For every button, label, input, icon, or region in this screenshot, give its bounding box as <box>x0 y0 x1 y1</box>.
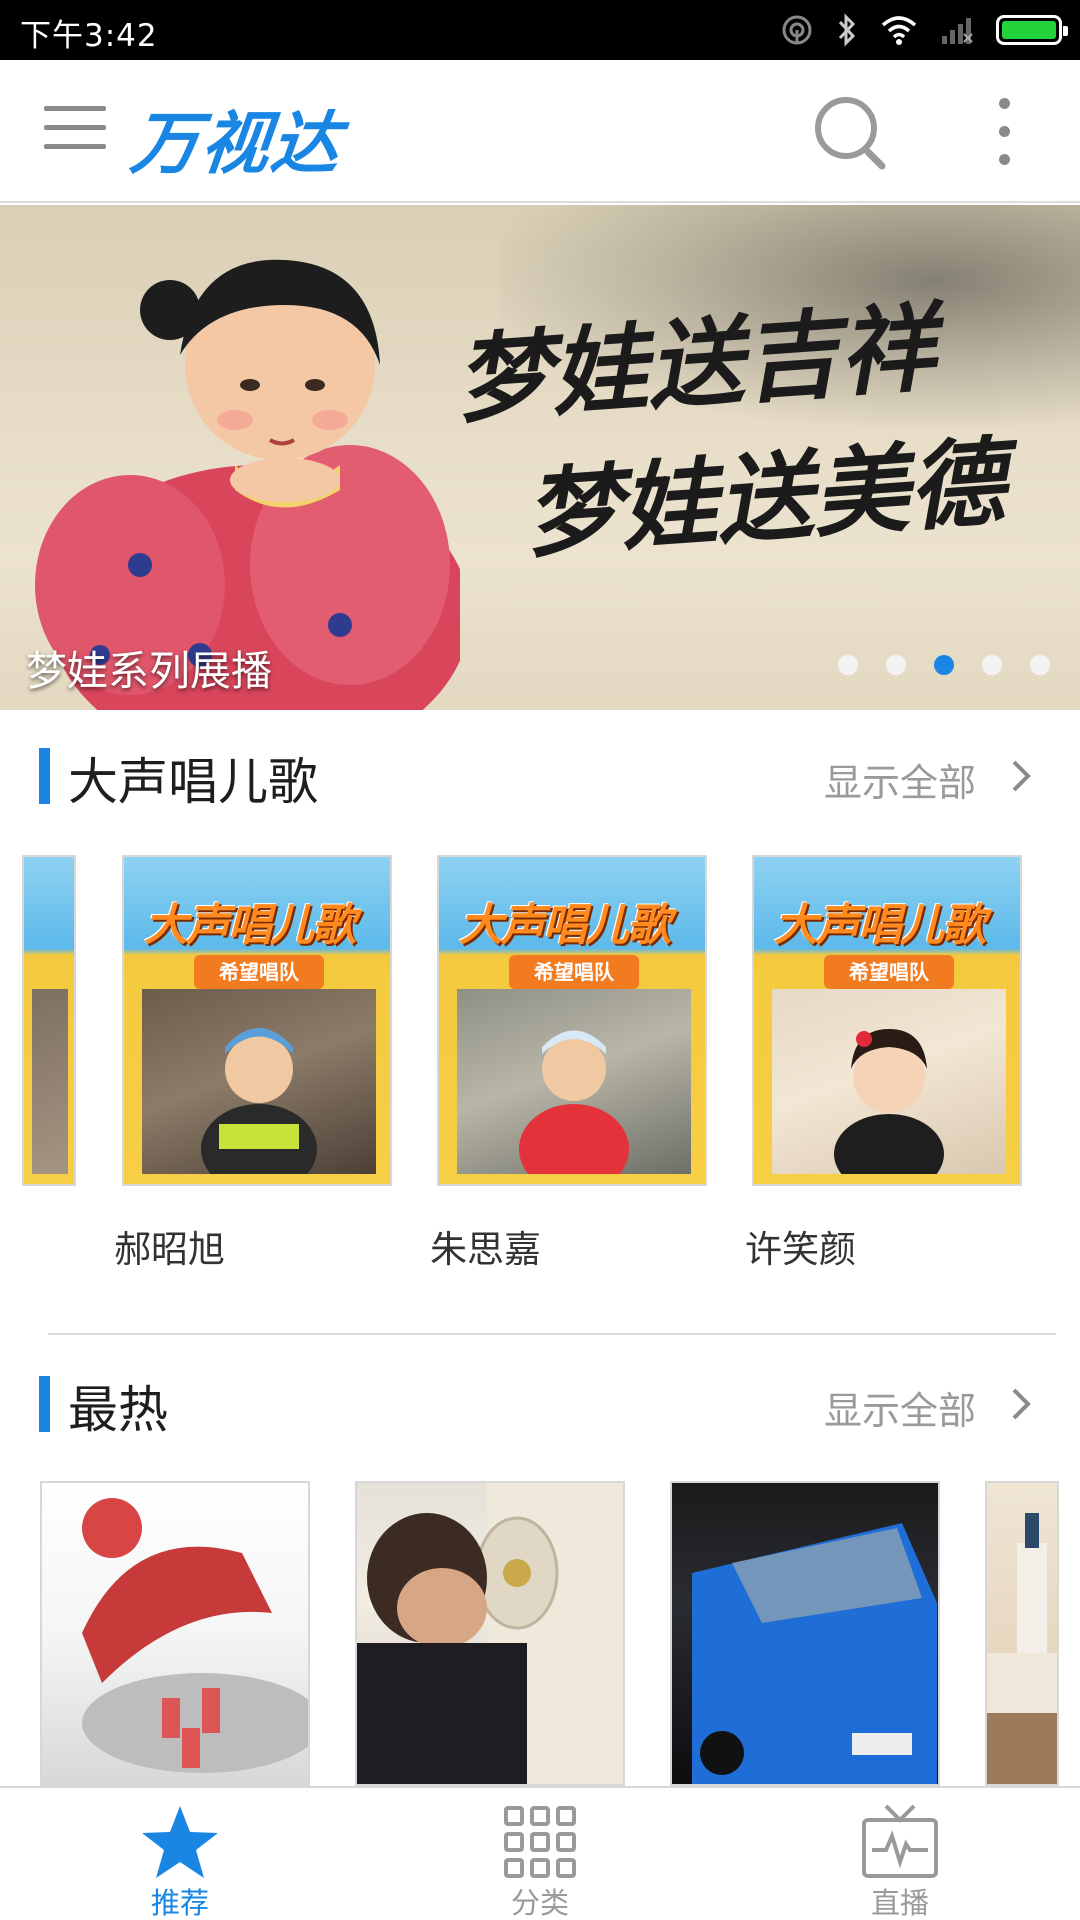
app-bar: 万视达 <box>0 60 1080 203</box>
banner-dot[interactable] <box>1030 655 1050 675</box>
hot-video-thumbnail[interactable] <box>670 1481 940 1786</box>
nav-label: 推荐 <box>150 1886 209 1920</box>
section-accent-bar <box>39 1376 50 1432</box>
nav-tab-category[interactable]: 分类 <box>360 1788 720 1920</box>
menu-icon[interactable] <box>44 106 106 154</box>
banner-caption: 梦娃系列展播 <box>26 647 272 695</box>
signal-icon <box>942 18 973 44</box>
section-header-songs: 大声唱儿歌 显示全部 <box>0 734 1080 814</box>
chevron-right-icon[interactable] <box>1006 1384 1036 1424</box>
song-card[interactable]: 大声唱儿歌 希望唱队 <box>752 855 1022 1186</box>
song-card-name[interactable]: 许笑颜 <box>745 1219 856 1273</box>
tv-icon <box>862 1804 938 1878</box>
grid-icon <box>504 1806 576 1878</box>
bluetooth-icon <box>838 13 856 47</box>
banner-pagination <box>838 655 1050 675</box>
song-card-ribbon: 希望唱队 <box>509 955 639 989</box>
star-icon <box>142 1806 218 1878</box>
hotspot-icon <box>782 15 812 45</box>
hot-video-thumbnail[interactable] <box>355 1481 625 1786</box>
banner-dot[interactable] <box>886 655 906 675</box>
banner-carousel[interactable]: 梦娃送吉祥 梦娃送美德 梦娃系列展播 <box>0 205 1080 710</box>
banner-calligraphy: 梦娃送吉祥 梦娃送美德 <box>451 269 1069 589</box>
nav-label: 直播 <box>870 1886 929 1920</box>
wifi-icon <box>881 16 917 45</box>
chevron-right-icon[interactable] <box>1006 756 1036 796</box>
search-icon[interactable] <box>808 90 892 174</box>
hot-video-thumbnail[interactable] <box>985 1481 1059 1786</box>
banner-dot[interactable] <box>838 655 858 675</box>
song-card-photo <box>772 989 1006 1174</box>
song-card[interactable]: 大声唱儿歌 希望唱队 <box>437 855 707 1186</box>
song-card-name[interactable]: 朱思嘉 <box>430 1219 541 1273</box>
section-header-hot: 最热 显示全部 <box>0 1362 1080 1442</box>
section-divider <box>48 1333 1056 1335</box>
status-bar: 下午3:42 <box>0 0 1080 60</box>
song-card-photo <box>142 989 376 1174</box>
hot-video-thumbnail[interactable] <box>40 1481 310 1786</box>
song-card-photo <box>457 989 691 1174</box>
song-card-title: 大声唱儿歌 <box>144 900 356 951</box>
song-card[interactable]: 大声唱儿歌 希望唱队 <box>122 855 392 1186</box>
song-card-partial[interactable] <box>22 855 76 1186</box>
song-card-title: 大声唱儿歌 <box>774 900 986 951</box>
section-accent-bar <box>39 748 50 804</box>
bottom-navigation: 推荐 分类 直播 <box>0 1786 1080 1920</box>
song-card-ribbon: 希望唱队 <box>194 955 324 989</box>
section-title-hot: 最热 <box>68 1381 168 1439</box>
status-icons <box>780 12 1068 48</box>
banner-dot[interactable] <box>982 655 1002 675</box>
battery-icon <box>996 15 1068 45</box>
show-all-hot-link[interactable]: 显示全部 <box>824 1380 976 1435</box>
nav-label: 分类 <box>510 1886 569 1920</box>
section-title-songs: 大声唱儿歌 <box>68 753 318 811</box>
banner-dot-active[interactable] <box>934 655 954 675</box>
show-all-songs-link[interactable]: 显示全部 <box>824 752 976 807</box>
nav-tab-recommend[interactable]: 推荐 <box>0 1788 360 1920</box>
status-time: 下午3:42 <box>20 18 158 54</box>
more-icon[interactable] <box>996 98 1012 168</box>
battery-level <box>1002 21 1056 39</box>
song-card-ribbon: 希望唱队 <box>824 955 954 989</box>
app-logo: 万视达 <box>127 105 346 184</box>
nav-tab-live[interactable]: 直播 <box>720 1788 1080 1920</box>
song-card-title: 大声唱儿歌 <box>459 900 671 951</box>
song-card-name[interactable]: 郝昭旭 <box>114 1219 225 1273</box>
